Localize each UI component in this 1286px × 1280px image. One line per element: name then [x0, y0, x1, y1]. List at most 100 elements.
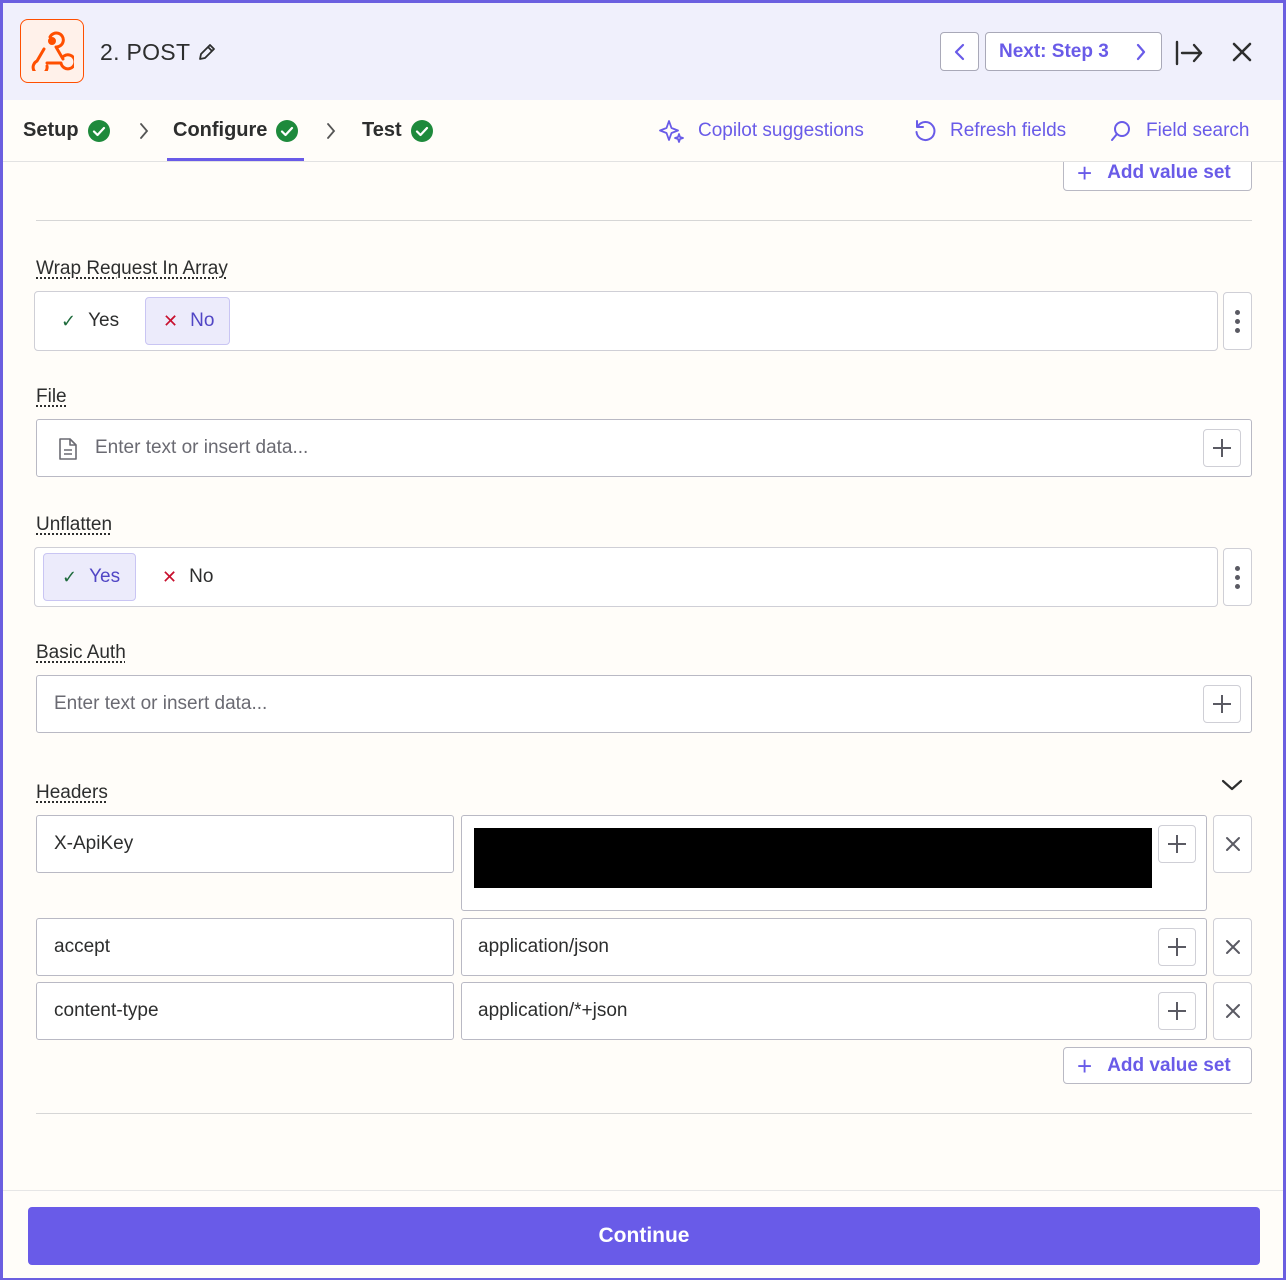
check-icon: ✓	[61, 310, 77, 331]
tab-label: Test	[362, 119, 402, 141]
chevron-right-icon	[1136, 43, 1146, 61]
plus-icon	[1213, 439, 1231, 457]
header-key-input[interactable]: X-ApiKey	[36, 815, 454, 873]
unflatten-yes-option[interactable]: ✓ Yes	[43, 553, 136, 601]
insert-data-button[interactable]	[1203, 685, 1241, 723]
unflatten-toggle: ✓ Yes ✕ No	[34, 547, 1218, 607]
close-icon	[1225, 940, 1240, 954]
form-content: + Add value set Wrap Request In Array ✓ …	[3, 162, 1283, 1190]
basic-auth-placeholder: Enter text or insert data...	[54, 693, 268, 714]
more-options-icon[interactable]	[1223, 548, 1252, 606]
x-icon: ✕	[163, 310, 179, 331]
wrap-request-label: Wrap Request In Array	[36, 258, 228, 279]
refresh-fields-button[interactable]: Refresh fields	[913, 100, 1066, 161]
insert-data-button[interactable]	[1203, 429, 1241, 467]
chevron-right-icon	[327, 123, 336, 139]
header-key-input[interactable]: content-type	[36, 982, 454, 1040]
tab-label: Configure	[173, 119, 268, 141]
check-circle-icon	[276, 119, 299, 142]
file-placeholder: Enter text or insert data...	[95, 437, 309, 458]
insert-data-button[interactable]	[1158, 992, 1196, 1030]
step-editor-panel: 2. POST Next: Step 3 Setup Configure Tes…	[0, 0, 1286, 1280]
continue-label: Continue	[598, 1224, 690, 1247]
next-step-label: Next: Step 3	[999, 40, 1109, 62]
header-key-input[interactable]: accept	[36, 918, 454, 976]
next-step-button[interactable]: Next: Step 3	[985, 32, 1162, 71]
plus-icon: +	[1077, 1050, 1093, 1081]
add-value-set-button[interactable]: + Add value set	[1063, 1047, 1252, 1084]
wrap-request-yes-option[interactable]: ✓ Yes	[45, 297, 143, 345]
option-label: No	[189, 566, 214, 587]
previous-step-button[interactable]	[940, 32, 979, 71]
x-icon: ✕	[162, 566, 178, 587]
header-key: content-type	[54, 1000, 159, 1021]
insert-data-button[interactable]	[1158, 928, 1196, 966]
webhook-icon	[20, 19, 84, 83]
refresh-icon	[915, 119, 936, 141]
chevron-right-icon	[140, 123, 149, 139]
header-value: application/json	[478, 936, 609, 957]
divider	[36, 1113, 1252, 1114]
copilot-label: Copilot suggestions	[698, 119, 864, 141]
headers-label: Headers	[36, 782, 108, 803]
document-icon	[59, 438, 77, 460]
divider	[36, 220, 1252, 221]
more-options-icon[interactable]	[1223, 292, 1252, 350]
chevron-down-icon[interactable]	[1221, 778, 1243, 797]
insert-data-button[interactable]	[1158, 825, 1196, 863]
remove-header-button[interactable]	[1213, 918, 1252, 976]
collapse-panel-icon[interactable]	[1174, 39, 1204, 72]
basic-auth-input[interactable]: Enter text or insert data...	[36, 675, 1252, 733]
option-label: No	[190, 310, 215, 331]
add-value-set-button[interactable]: + Add value set	[1063, 162, 1252, 191]
wrap-request-no-option[interactable]: ✕ No	[145, 297, 230, 345]
chevron-left-icon	[954, 43, 964, 60]
close-icon[interactable]	[1231, 41, 1253, 68]
copilot-suggestions-button[interactable]: Copilot suggestions	[659, 100, 864, 161]
check-icon: ✓	[62, 566, 78, 587]
option-label: Yes	[88, 310, 120, 331]
unflatten-no-option[interactable]: ✕ No	[145, 553, 230, 601]
plus-icon: +	[1077, 162, 1093, 188]
wrap-request-toggle: ✓ Yes ✕ No	[34, 291, 1218, 351]
field-search-label: Field search	[1146, 119, 1250, 141]
header-key: X-ApiKey	[54, 833, 134, 854]
check-circle-icon	[410, 119, 433, 142]
plus-icon	[1168, 835, 1186, 853]
header-value-input[interactable]: 1330X	[461, 815, 1207, 911]
add-value-set-label: Add value set	[1107, 1054, 1231, 1076]
header-value-input[interactable]: application/*+json	[461, 982, 1207, 1040]
file-label: File	[36, 386, 67, 407]
remove-header-button[interactable]	[1213, 982, 1252, 1040]
continue-button[interactable]: Continue	[28, 1207, 1260, 1265]
field-search-button[interactable]: Field search	[1109, 100, 1250, 161]
tab-setup[interactable]: Setup	[23, 100, 110, 161]
tab-test[interactable]: Test	[362, 100, 433, 161]
add-value-set-label: Add value set	[1107, 162, 1231, 183]
step-header: 2. POST Next: Step 3	[3, 3, 1283, 100]
tab-configure[interactable]: Configure	[166, 100, 305, 161]
plus-icon	[1168, 1002, 1186, 1020]
file-input[interactable]: Enter text or insert data...	[36, 419, 1252, 477]
header-value: application/*+json	[478, 1000, 628, 1021]
check-circle-icon	[87, 119, 110, 142]
header-key: accept	[54, 936, 110, 957]
refresh-label: Refresh fields	[950, 119, 1067, 141]
step-tabs: Setup Configure Test Copilot suggestions…	[3, 100, 1283, 162]
sparkle-icon	[659, 119, 684, 143]
option-label: Yes	[89, 566, 121, 587]
plus-icon	[1168, 938, 1186, 956]
basic-auth-label: Basic Auth	[36, 642, 126, 663]
pencil-edit-icon[interactable]	[196, 41, 218, 68]
plus-icon	[1213, 695, 1231, 713]
remove-header-button[interactable]	[1213, 815, 1252, 873]
search-icon	[1111, 120, 1130, 141]
unflatten-label: Unflatten	[36, 514, 113, 535]
redacted-block	[474, 828, 1152, 888]
header-value-input[interactable]: application/json	[461, 918, 1207, 976]
step-title: 2. POST	[100, 39, 191, 65]
close-icon	[1225, 1004, 1240, 1018]
close-icon	[1225, 837, 1240, 851]
footer: Continue	[3, 1190, 1283, 1278]
tab-label: Setup	[23, 119, 79, 141]
